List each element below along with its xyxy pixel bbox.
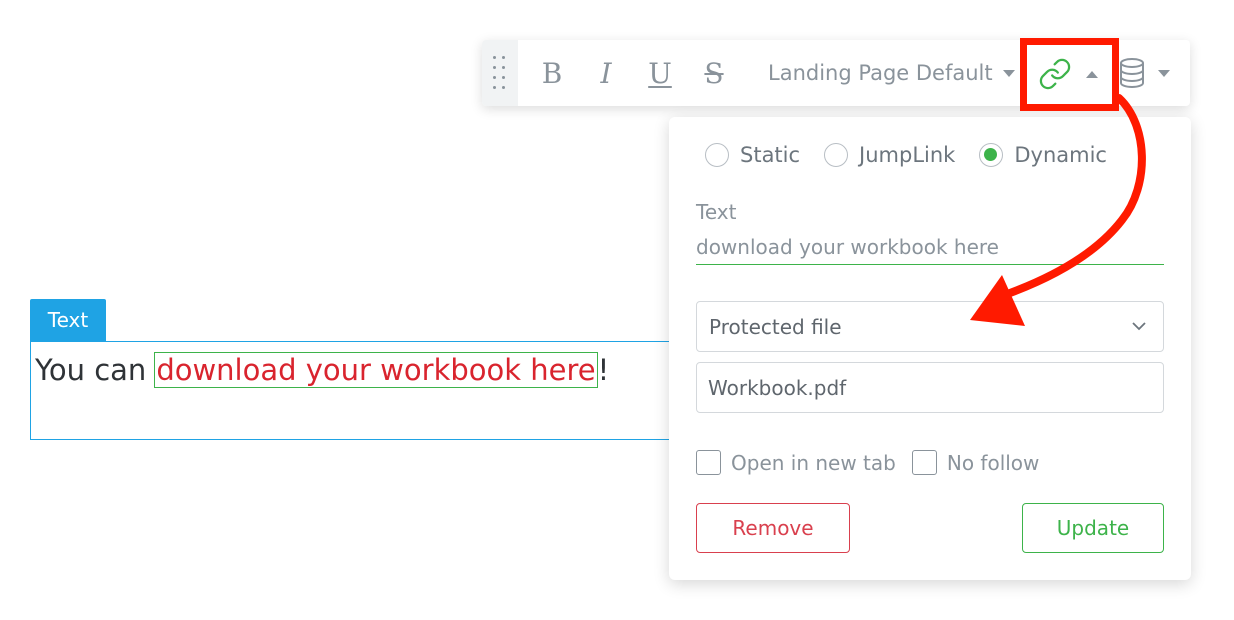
link-text-input[interactable] (696, 229, 1164, 265)
text-after-link: ! (597, 353, 610, 387)
bold-button[interactable]: B (534, 54, 570, 92)
source-type-value: Protected file (709, 314, 842, 339)
update-button[interactable]: Update (1022, 503, 1164, 553)
text-element[interactable]: You can download your workbook here ! (30, 341, 690, 440)
text-style-dropdown[interactable]: Landing Page Default (768, 58, 1015, 88)
italic-button[interactable]: I (588, 54, 624, 92)
radio-static[interactable]: Static (705, 143, 800, 167)
open-new-tab-checkbox[interactable]: Open in new tab (696, 450, 896, 475)
dynamic-data-button[interactable] (1118, 56, 1178, 90)
text-before-link: You can (35, 353, 147, 387)
link-options: Open in new tab No follow (696, 450, 1055, 475)
drag-handle[interactable] (482, 40, 518, 106)
selected-link-text[interactable]: download your workbook here (154, 352, 598, 388)
annotation-highlight-box (1020, 38, 1119, 111)
link-settings-panel: Static JumpLink Dynamic Text Protected f… (669, 117, 1191, 580)
drag-dots-icon (493, 56, 507, 90)
no-follow-checkbox[interactable]: No follow (911, 450, 1040, 475)
radio-jumplink[interactable]: JumpLink (824, 143, 955, 167)
remove-button[interactable]: Remove (696, 503, 850, 553)
text-content: You can download your workbook here ! (35, 352, 609, 388)
strikethrough-button[interactable]: S (696, 54, 732, 92)
checkbox-icon (696, 450, 721, 475)
caret-down-icon (1002, 69, 1015, 77)
radio-label: Static (740, 143, 801, 167)
link-type-radio-group: Static JumpLink Dynamic (705, 143, 1131, 167)
caret-down-icon (1158, 69, 1170, 77)
text-style-value: Landing Page Default (768, 61, 993, 85)
radio-checked-icon (979, 143, 1004, 167)
radio-circle-icon (824, 143, 849, 167)
checkbox-label: Open in new tab (731, 450, 896, 475)
radio-label: Dynamic (1014, 143, 1107, 167)
source-type-select[interactable]: Protected file (696, 301, 1164, 352)
text-field-label: Text (696, 200, 737, 224)
radio-label: JumpLink (859, 143, 956, 167)
checkbox-icon (911, 450, 937, 475)
radio-circle-icon (705, 143, 729, 167)
chevron-down-icon (1132, 322, 1146, 331)
element-type-tag[interactable]: Text (30, 299, 106, 341)
radio-dynamic[interactable]: Dynamic (979, 143, 1107, 167)
database-icon (1120, 58, 1144, 89)
underline-button[interactable]: U (642, 54, 678, 92)
file-select-field[interactable]: Workbook.pdf (696, 362, 1164, 413)
checkbox-label: No follow (946, 450, 1040, 475)
file-value: Workbook.pdf (708, 375, 847, 400)
